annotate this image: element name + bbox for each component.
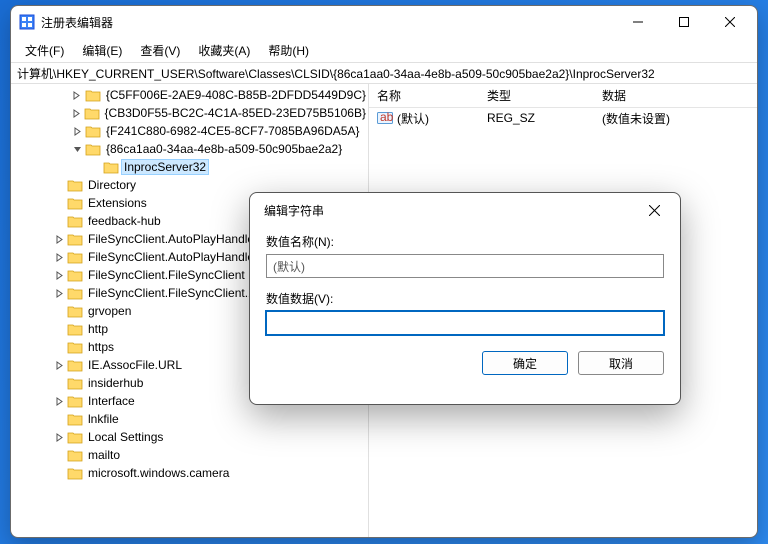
folder-icon xyxy=(67,304,83,318)
tree-node[interactable]: InprocServer32 xyxy=(11,158,368,176)
tree-label: Extensions xyxy=(86,196,149,210)
tree-node[interactable]: {CB3D0F55-BC2C-4C1A-85ED-23ED75B5106B} xyxy=(11,104,368,122)
folder-icon xyxy=(67,322,83,336)
folder-icon xyxy=(67,430,83,444)
address-path: 计算机\HKEY_CURRENT_USER\Software\Classes\C… xyxy=(17,65,655,82)
value-type: REG_SZ xyxy=(479,111,594,125)
chevron-right-icon[interactable] xyxy=(51,253,67,262)
titlebar: 注册表编辑器 xyxy=(11,6,757,38)
chevron-right-icon[interactable] xyxy=(51,289,67,298)
tree-node[interactable]: {C5FF006E-2AE9-408C-B85B-2DFDD5449D9C} xyxy=(11,86,368,104)
ok-button[interactable]: 确定 xyxy=(482,351,568,375)
chevron-right-icon[interactable] xyxy=(51,361,67,370)
tree-label: http xyxy=(86,322,110,336)
tree-label: {F241C880-6982-4CE5-8CF7-7085BA96DA5A} xyxy=(104,124,362,138)
tree-label: microsoft.windows.camera xyxy=(86,466,231,480)
tree-label: {CB3D0F55-BC2C-4C1A-85ED-23ED75B5106B} xyxy=(103,106,368,120)
tree-node[interactable]: {F241C880-6982-4CE5-8CF7-7085BA96DA5A} xyxy=(11,122,368,140)
folder-icon xyxy=(67,412,83,426)
chevron-right-icon[interactable] xyxy=(51,235,67,244)
folder-icon xyxy=(67,448,83,462)
menu-view[interactable]: 查看(V) xyxy=(132,40,188,61)
window-title: 注册表编辑器 xyxy=(41,14,113,31)
minimize-button[interactable] xyxy=(615,7,661,37)
tree-label: FileSyncClient.AutoPlayHandler xyxy=(86,232,260,246)
chevron-right-icon[interactable] xyxy=(69,127,85,136)
value-data-label: 数值数据(V): xyxy=(266,290,664,307)
tree-node[interactable]: {86ca1aa0-34aa-4e8b-a509-50c905bae2a2} xyxy=(11,140,368,158)
tree-node[interactable]: Local Settings xyxy=(11,428,368,446)
dialog-close-button[interactable] xyxy=(634,196,674,224)
folder-icon xyxy=(67,340,83,354)
dialog-titlebar: 编辑字符串 xyxy=(250,193,680,227)
maximize-button[interactable] xyxy=(661,7,707,37)
value-data-input[interactable] xyxy=(266,311,664,335)
folder-icon xyxy=(85,124,101,138)
value-name-input[interactable] xyxy=(266,254,664,278)
folder-icon xyxy=(67,268,83,282)
tree-label: InprocServer32 xyxy=(122,160,208,174)
menu-favorites[interactable]: 收藏夹(A) xyxy=(190,40,258,61)
menubar: 文件(F) 编辑(E) 查看(V) 收藏夹(A) 帮助(H) xyxy=(11,38,757,62)
folder-icon xyxy=(67,250,83,264)
tree-label: {C5FF006E-2AE9-408C-B85B-2DFDD5449D9C} xyxy=(104,88,368,102)
tree-label: lnkfile xyxy=(86,412,121,426)
app-icon xyxy=(19,14,35,30)
tree-label: Directory xyxy=(86,178,138,192)
menu-file[interactable]: 文件(F) xyxy=(17,40,72,61)
cancel-button[interactable]: 取消 xyxy=(578,351,664,375)
folder-icon xyxy=(103,160,119,174)
chevron-right-icon[interactable] xyxy=(51,271,67,280)
menu-help[interactable]: 帮助(H) xyxy=(260,40,317,61)
col-type[interactable]: 类型 xyxy=(479,87,594,104)
tree-node[interactable]: lnkfile xyxy=(11,410,368,428)
folder-icon xyxy=(84,106,100,120)
string-value-icon: ab xyxy=(377,111,393,125)
chevron-right-icon[interactable] xyxy=(69,91,85,100)
edit-string-dialog: 编辑字符串 数值名称(N): 数值数据(V): 确定 取消 xyxy=(249,192,681,405)
tree-label: grvopen xyxy=(86,304,133,318)
tree-label: Interface xyxy=(86,394,137,408)
col-data[interactable]: 数据 xyxy=(594,87,757,104)
value-data: (数值未设置) xyxy=(594,110,757,127)
chevron-right-icon[interactable] xyxy=(69,109,84,118)
chevron-right-icon[interactable] xyxy=(51,433,67,442)
folder-icon xyxy=(85,142,101,156)
tree-label: FileSyncClient.AutoPlayHandler xyxy=(86,250,260,264)
svg-text:ab: ab xyxy=(380,111,393,124)
tree-label: Local Settings xyxy=(86,430,165,444)
folder-icon xyxy=(67,376,83,390)
folder-icon xyxy=(67,232,83,246)
folder-icon xyxy=(67,178,83,192)
list-row[interactable]: ab (默认) REG_SZ(数值未设置) xyxy=(369,108,757,128)
value-name-label: 数值名称(N): xyxy=(266,233,664,250)
list-header: 名称 类型 数据 xyxy=(369,84,757,108)
tree-label: https xyxy=(86,340,116,354)
address-bar[interactable]: 计算机\HKEY_CURRENT_USER\Software\Classes\C… xyxy=(11,62,757,84)
chevron-right-icon[interactable] xyxy=(51,397,67,406)
close-button[interactable] xyxy=(707,7,753,37)
tree-node[interactable]: mailto xyxy=(11,446,368,464)
menu-edit[interactable]: 编辑(E) xyxy=(74,40,130,61)
folder-icon xyxy=(67,286,83,300)
folder-icon xyxy=(67,214,83,228)
value-name: (默认) xyxy=(397,110,429,127)
tree-label: FileSyncClient.FileSyncClient.1 xyxy=(86,286,257,300)
tree-label: {86ca1aa0-34aa-4e8b-a509-50c905bae2a2} xyxy=(104,142,344,156)
col-name[interactable]: 名称 xyxy=(369,87,479,104)
folder-icon xyxy=(67,394,83,408)
folder-icon xyxy=(67,358,83,372)
tree-label: FileSyncClient.FileSyncClient xyxy=(86,268,247,282)
tree-label: feedback-hub xyxy=(86,214,163,228)
folder-icon xyxy=(67,466,83,480)
tree-node[interactable]: microsoft.windows.camera xyxy=(11,464,368,482)
folder-icon xyxy=(67,196,83,210)
chevron-down-icon[interactable] xyxy=(69,145,85,154)
dialog-title: 编辑字符串 xyxy=(264,202,324,219)
tree-label: insiderhub xyxy=(86,376,145,390)
tree-label: IE.AssocFile.URL xyxy=(86,358,184,372)
tree-label: mailto xyxy=(86,448,122,462)
folder-icon xyxy=(85,88,101,102)
